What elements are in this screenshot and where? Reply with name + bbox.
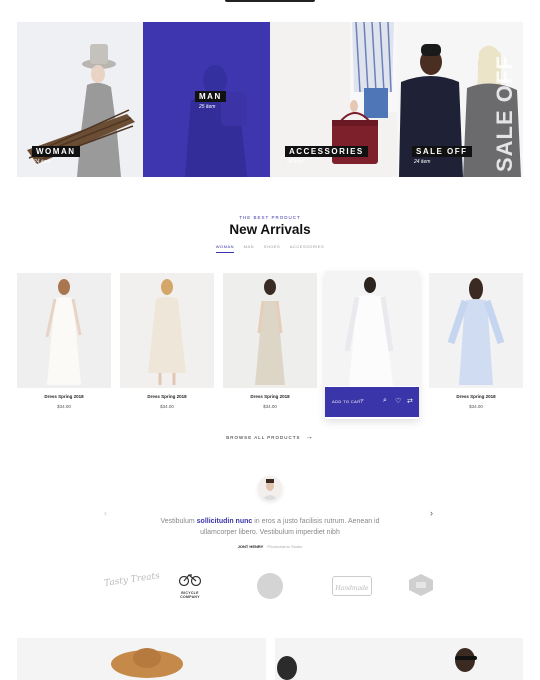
search-icon[interactable]: ⌕ — [383, 397, 387, 405]
quote-highlight: sollicitudin nunc — [196, 518, 253, 525]
product-name[interactable]: Dress Spring 2018 — [17, 394, 111, 399]
brand-name: Handmade — [335, 585, 369, 592]
product-card[interactable]: Dress Spring 2018 $34.00 — [120, 273, 214, 415]
product-image[interactable] — [429, 273, 523, 388]
category-tile-accessories[interactable]: ACCESSORIES 24 item — [270, 22, 397, 177]
product-price: $34.00 — [263, 404, 277, 409]
heart-icon[interactable]: ♡ — [395, 397, 401, 405]
product-card[interactable]: Dress Spring 2018 $34.00 — [429, 273, 523, 415]
category-tile-woman[interactable]: WOMAN 24 item — [17, 22, 143, 177]
arrow-right-icon: → — [305, 434, 314, 441]
bottom-banner-right[interactable] — [275, 638, 523, 680]
brand-name: Tasty Treats — [103, 571, 161, 589]
product-name[interactable]: Dress Spring 2018 — [429, 394, 523, 399]
product-price: $34.00 — [160, 404, 174, 409]
category-count: 24 item — [34, 159, 51, 165]
product-name[interactable]: Dress Spring 2018 — [223, 394, 317, 399]
browse-all-products-link[interactable]: BROWSE ALL PRODUCTS → — [0, 434, 540, 441]
bottom-banner-left[interactable] — [17, 638, 266, 680]
tab-woman[interactable]: WOMAN — [215, 244, 235, 253]
testimonial-text: Vestibulum sollicitudin nunc in eros a j… — [150, 516, 390, 538]
tab-shoes[interactable]: SHOES — [264, 244, 281, 252]
bicycle-icon — [178, 574, 202, 587]
cropped-heading — [225, 0, 315, 2]
brand-logo-badge[interactable] — [257, 573, 283, 599]
product-name[interactable]: Dress Spring 2018 — [120, 394, 214, 399]
tab-man[interactable]: MAN — [244, 244, 254, 252]
chevron-left-icon[interactable]: ‹ — [104, 508, 107, 518]
product-image[interactable] — [223, 273, 317, 388]
chevron-right-icon[interactable]: › — [430, 508, 433, 518]
brand-logo-hexagon[interactable] — [407, 573, 435, 602]
category-label: SALE OFF — [412, 146, 472, 157]
section-eyebrow: THE BEST PRODUCT — [239, 215, 301, 220]
product-price: $34.00 — [469, 404, 483, 409]
tab-accessories[interactable]: ACCESSORIES — [290, 244, 324, 252]
category-label: ACCESSORIES — [285, 146, 368, 157]
avatar — [258, 476, 282, 500]
product-image[interactable] — [325, 271, 419, 386]
category-count: 24 item — [414, 159, 431, 165]
category-label: MAN — [195, 91, 226, 102]
author-name: JONT HENRY — [237, 544, 264, 549]
sale-off-overlay-text: SALE OFF — [492, 55, 517, 172]
category-count: 24 item — [287, 159, 304, 165]
brand-logo-tasty-treats[interactable]: Tasty Treats — [104, 571, 161, 589]
product-card[interactable]: Dress Spring 2018 $34.00 — [17, 273, 111, 415]
browse-label: BROWSE ALL PRODUCTS — [226, 435, 301, 440]
arrow-right-icon: → — [358, 396, 365, 403]
quote-part: Vestibulum — [160, 518, 197, 525]
testimonial-author: JONT HENRY Photochamo Studio — [0, 544, 540, 549]
add-to-cart-bar: ADD TO CART → ⌕ ♡ ⇄ — [325, 387, 419, 417]
product-image[interactable] — [120, 273, 214, 388]
shuffle-icon[interactable]: ⇄ — [407, 397, 413, 405]
brand-logo-handmade[interactable]: Handmade — [332, 576, 372, 596]
brand-name: BICYCLE COMPANY — [180, 591, 200, 599]
brand-logo-bicycle-company[interactable]: BICYCLE COMPANY — [172, 572, 208, 599]
product-image[interactable] — [17, 273, 111, 388]
category-label: WOMAN — [32, 146, 80, 157]
author-role: Photochamo Studio — [267, 544, 303, 549]
category-count: 25 item — [199, 104, 216, 110]
category-tile-man[interactable]: MAN 25 item — [143, 22, 270, 177]
product-card-featured[interactable]: ADD TO CART → ⌕ ♡ ⇄ — [325, 271, 419, 419]
product-card[interactable]: Dress Spring 2018 $34.00 — [223, 273, 317, 415]
section-title: New Arrivals — [229, 222, 311, 237]
category-tile-sale-off[interactable]: SALE OFF SALE OFF 24 item — [397, 22, 523, 177]
product-price: $34.00 — [57, 404, 71, 409]
product-tabs: WOMAN MAN SHOES ACCESSORIES — [0, 244, 540, 253]
